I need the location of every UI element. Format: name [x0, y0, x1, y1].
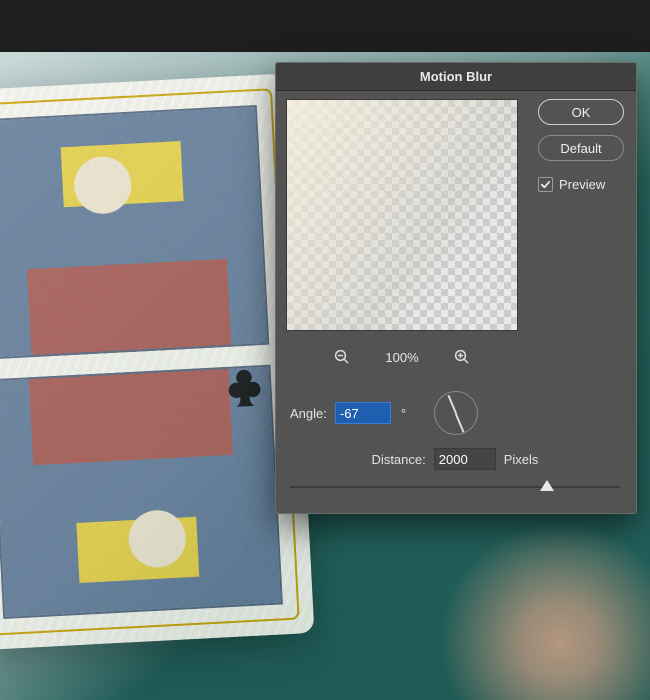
distance-unit: Pixels: [504, 452, 539, 467]
preview-label: Preview: [559, 177, 605, 192]
distance-input[interactable]: [434, 448, 496, 470]
preview-zoom-controls: 100%: [286, 343, 518, 371]
club-suit-icon: [220, 365, 268, 413]
angle-needle: [448, 395, 457, 414]
angle-unit: °: [401, 406, 406, 421]
playing-card: [0, 73, 314, 650]
default-button[interactable]: Default: [538, 135, 624, 161]
slider-thumb[interactable]: [540, 480, 554, 491]
dialog-titlebar[interactable]: Motion Blur: [276, 63, 636, 91]
dialog-button-column: OK Default Preview: [538, 99, 624, 192]
zoom-level: 100%: [385, 350, 418, 365]
ok-button-label: OK: [572, 105, 591, 120]
filter-preview[interactable]: [286, 99, 518, 331]
slider-track: [290, 486, 620, 488]
app-topbar: [0, 0, 650, 52]
preview-checkbox[interactable]: [538, 177, 553, 192]
default-button-label: Default: [560, 141, 601, 156]
angle-input[interactable]: [335, 402, 391, 424]
ok-button[interactable]: OK: [538, 99, 624, 125]
angle-dial[interactable]: [434, 391, 478, 435]
angle-needle: [455, 413, 464, 432]
distance-label: Distance:: [372, 452, 426, 467]
zoom-in-icon[interactable]: [453, 348, 471, 366]
distance-slider[interactable]: [290, 477, 620, 497]
dialog-title: Motion Blur: [420, 69, 492, 84]
angle-label: Angle:: [290, 406, 327, 421]
zoom-out-icon[interactable]: [333, 348, 351, 366]
card-art-top: [0, 105, 269, 359]
distance-row: Distance: Pixels: [290, 447, 620, 471]
dialog-body: OK Default Preview 100% Angle:: [276, 91, 636, 513]
checkmark-icon: [540, 179, 551, 190]
motion-blur-dialog: Motion Blur OK Default Preview 100%: [275, 62, 637, 514]
angle-row: Angle: °: [290, 389, 620, 437]
preview-toggle[interactable]: Preview: [538, 177, 624, 192]
